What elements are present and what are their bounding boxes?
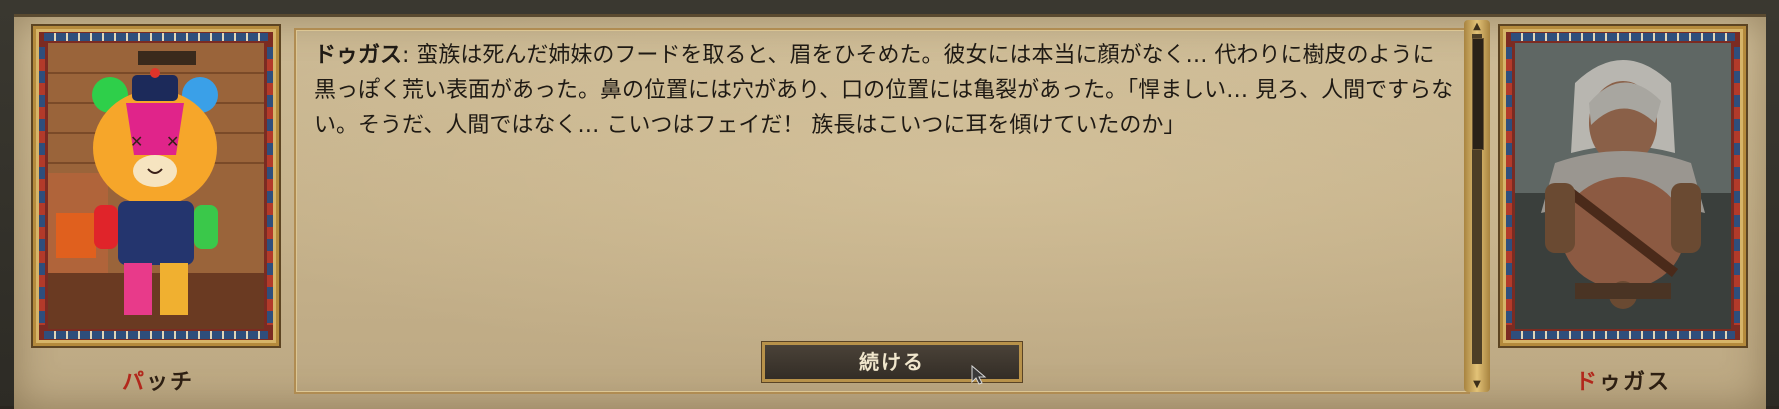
dialogue-text: ドゥガス: 蛮族は死んだ姉妹のフードを取ると、眉をひそめた。彼女には本当に顔がな… [314,38,1454,143]
frame-band [1511,331,1735,339]
frame-band [39,47,45,325]
left-portrait-frame: ✕ ✕ [33,26,279,346]
game-window-frame: ✕ ✕ パッチ ドゥガス: 蛮族は死んだ姉妹のフードを取ると、眉をひそめた。彼女… [0,0,1779,409]
mouse-cursor-icon [971,364,987,385]
scrollbar-thumb[interactable] [1472,38,1484,150]
barbarian-warrior-portrait-icon [1515,43,1731,329]
svg-text:✕: ✕ [166,132,179,151]
frame-band [1734,47,1740,325]
scroll-up-icon[interactable]: ▲ [1469,22,1485,32]
dialogue-text-box: ドゥガス: 蛮族は死んだ姉妹のフードを取ると、眉をひそめた。彼女には本当に顔がな… [294,28,1470,394]
scroll-down-icon[interactable]: ▼ [1469,380,1485,390]
frame-band [1506,47,1512,325]
left-speaker-name: パッチ [122,370,195,395]
dialogue-body: : 蛮族は死んだ姉妹のフードを取ると、眉をひそめた。彼女には本当に顔がなく… 代… [314,43,1454,138]
frame-band [44,33,268,41]
frame-band [267,47,273,325]
frame-band [1511,33,1735,41]
right-speaker-name: ドゥガス [1575,370,1672,395]
right-portrait-frame [1500,26,1746,346]
bear-villager-portrait-icon: ✕ ✕ [48,43,264,329]
svg-text:✕: ✕ [130,132,143,151]
speaker-name: ドゥガス [314,43,403,68]
dialogue-scrollbar[interactable]: ▲ ▼ [1464,20,1490,392]
frame-band [44,331,268,339]
